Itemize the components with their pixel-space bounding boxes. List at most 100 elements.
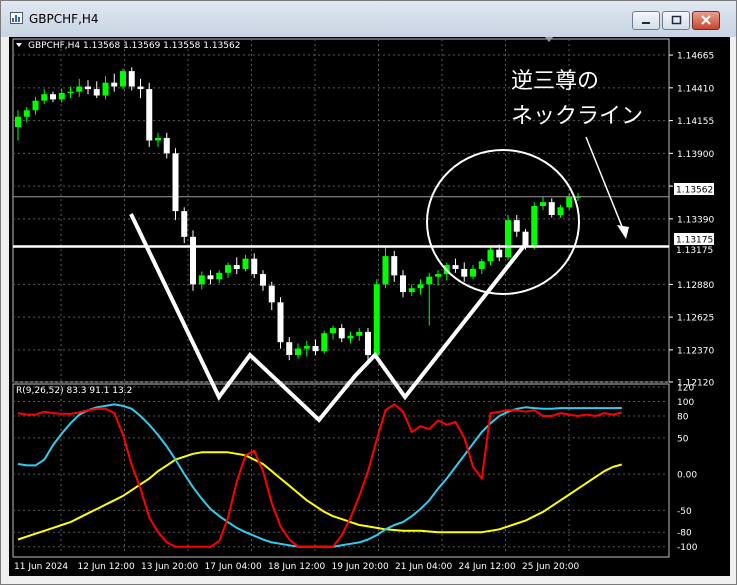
candle-bull [155, 137, 161, 141]
annotation-text-line1: 逆三尊の [511, 69, 599, 94]
candle-bear [312, 346, 319, 352]
candle-bull [32, 100, 39, 111]
price-axis-label: 1.12625 [677, 314, 714, 324]
x-axis-label: 11 Jun 2024 [14, 562, 68, 572]
candle-bear [50, 94, 56, 100]
x-axis-label: 25 Jun 20:00 [522, 562, 579, 572]
candle-bull [225, 265, 231, 273]
price-axis-label: 1.12370 [677, 346, 714, 356]
candle-bear [268, 285, 275, 303]
candle-bull [426, 276, 433, 285]
price-axis-label: 1.12880 [677, 281, 714, 291]
x-axis-label: 18 Jun 12:00 [268, 562, 325, 572]
indicator-axis-label: 50 [677, 434, 689, 444]
candle-bull [120, 71, 126, 87]
candle-bull [417, 284, 424, 289]
candle-bull [23, 110, 30, 117]
candle-bear [400, 275, 406, 293]
candle-bull [76, 86, 83, 92]
candle-bear [277, 302, 284, 343]
candle-bull [435, 274, 441, 277]
chart-canvas[interactable]: 逆三尊の ネックライン GBPCHF,H4 1.13568 1.13569 1.… [9, 37, 730, 576]
candle-bear [190, 236, 196, 285]
candle-bull [330, 328, 336, 334]
close-icon [701, 15, 711, 25]
candle-bear [233, 265, 240, 269]
candle-bear [513, 220, 520, 232]
chart-window-icon [10, 12, 23, 24]
candle-bull [531, 206, 538, 246]
candle-bear [111, 82, 118, 87]
candle-bear [452, 265, 459, 269]
candle-bull [198, 275, 205, 285]
x-axis-label: 19 Jun 20:00 [332, 562, 389, 572]
candle-bear [85, 86, 91, 90]
candle-bull [487, 249, 494, 262]
annotation-overlay: 逆三尊の ネックライン [129, 69, 643, 423]
annotation-arrow-head [617, 225, 629, 239]
window-titlebar[interactable]: GBPCHF,H4 [1, 1, 736, 37]
price-axis-label: 1.13900 [677, 150, 714, 160]
oscillator-lines [17, 403, 623, 548]
candle-bull [242, 258, 249, 269]
candle-bear [146, 89, 153, 141]
x-axis-label: 21 Jun 04:00 [395, 562, 452, 572]
price-panel-header: GBPCHF,H4 1.13568 1.13569 1.13558 1.1356… [28, 41, 240, 51]
candle-bull [478, 261, 485, 269]
candle-bull [470, 268, 476, 277]
candle-bull [575, 196, 581, 198]
indicator-axis-label: 100 [677, 398, 694, 408]
annotation-arrow-line[interactable] [585, 136, 626, 235]
price-axis-label: 1.13390 [677, 215, 714, 225]
indicator-axis-label: -100 [677, 543, 698, 553]
candle-bull [102, 82, 109, 96]
candle-bull [557, 207, 564, 215]
candle-bear [181, 211, 188, 237]
candle-bear [260, 274, 266, 286]
annotation-text-line2: ネックライン [511, 104, 643, 129]
restore-button[interactable] [662, 11, 690, 30]
candle-bull [216, 272, 223, 280]
minimize-button[interactable] [632, 11, 660, 30]
terminal-chart-window: GBPCHF,H4 逆三尊の ネックライン GBPCHF,H4 1.13568 … [0, 0, 737, 585]
candle-bull [356, 331, 363, 336]
candle-bear [286, 342, 293, 356]
candle-bear [93, 89, 100, 96]
x-axis-label: 17 Jun 04:00 [205, 562, 262, 572]
x-axis-label: 13 Jun 20:00 [141, 562, 198, 572]
chart-svg[interactable]: 逆三尊の ネックライン GBPCHF,H4 1.13568 1.13569 1.… [9, 37, 730, 576]
price-axis-label: 1.14410 [677, 84, 714, 94]
candle-bull [58, 92, 65, 100]
price-axis-label: 1.14155 [677, 117, 714, 127]
candle-bear [365, 331, 371, 356]
candle-bull [321, 333, 328, 352]
candle-bull [303, 346, 310, 349]
indicator-axis-label: -80 [677, 529, 692, 539]
indicator-axis-label: 120 [677, 384, 694, 394]
candle-bull [382, 256, 389, 285]
indicator-axis-label: 0.00 [677, 471, 697, 481]
oscillator-slow-line [17, 403, 622, 548]
candle-bull [41, 94, 48, 101]
restore-icon [671, 15, 682, 25]
minimize-icon [642, 22, 650, 24]
candle-bull [373, 284, 380, 356]
close-button[interactable] [692, 11, 720, 30]
candle-bear [391, 256, 398, 276]
candle-bull [15, 116, 21, 127]
candle-bear [137, 86, 144, 90]
candle-bear [172, 153, 179, 212]
indicator-axis-label: 80 [677, 413, 689, 423]
indicator-panel-header: R(9,26,52) 83.3 91.1 13.2 [16, 386, 132, 396]
x-axis-label: 12 Jun 12:00 [78, 562, 135, 572]
candle-bull [347, 335, 354, 339]
oscillator-signal-line [17, 451, 623, 541]
candle-bear [496, 249, 503, 258]
window-title: GBPCHF,H4 [29, 12, 99, 26]
candle-bull [408, 288, 415, 293]
candle-bear [207, 275, 214, 280]
candle-bear [251, 258, 258, 275]
header-dropdown-icon[interactable] [16, 43, 22, 47]
oscillator-fast-line [17, 403, 623, 548]
candle-bull [67, 91, 74, 93]
